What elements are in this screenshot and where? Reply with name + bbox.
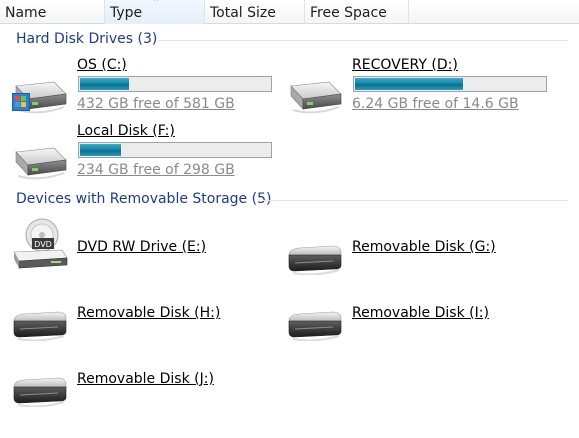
hard-drive-icon — [10, 142, 68, 182]
capacity-bar-fill — [355, 78, 463, 90]
removable-disk-icon — [10, 373, 68, 407]
column-label: Free Space — [310, 5, 387, 21]
group-header-removable-storage[interactable]: Devices with Removable Storage (5) — [16, 191, 271, 207]
drive-name: OS (C:) — [77, 57, 127, 73]
dvd-drive-icon: DVD — [13, 218, 68, 269]
free-space-text: 6.24 GB free of 14.6 GB — [352, 96, 519, 112]
device-item-h[interactable]: Removable Disk (H:) — [8, 284, 268, 340]
capacity-bar — [78, 76, 272, 92]
removable-disk-icon — [285, 307, 343, 341]
capacity-bar — [353, 76, 547, 92]
column-header-name[interactable]: Name — [0, 0, 105, 24]
drive-name: RECOVERY (D:) — [352, 57, 458, 73]
removable-disk-icon — [285, 241, 343, 275]
removable-disk-icon — [10, 307, 68, 341]
group-divider — [158, 40, 568, 41]
device-name: Removable Disk (G:) — [352, 239, 496, 255]
device-item-i[interactable]: Removable Disk (I:) — [283, 284, 543, 340]
group-divider — [263, 200, 568, 201]
svg-text:DVD: DVD — [34, 240, 52, 249]
device-name: Removable Disk (H:) — [77, 305, 221, 321]
drive-item-c[interactable]: OS (C:) 432 GB free of 581 GB — [8, 55, 278, 117]
capacity-bar — [78, 142, 272, 158]
free-space-text: 432 GB free of 581 GB — [77, 96, 235, 112]
drive-item-d[interactable]: RECOVERY (D:) 6.24 GB free of 14.6 GB — [283, 55, 563, 117]
free-space-text: 234 GB free of 298 GB — [77, 162, 235, 178]
group-header-hard-disk-drives[interactable]: Hard Disk Drives (3) — [16, 31, 157, 47]
column-header: Name ⌃ Type Total Size Free Space — [0, 0, 579, 24]
drive-item-f[interactable]: Local Disk (F:) 234 GB free of 298 GB — [8, 121, 278, 183]
drive-name: Local Disk (F:) — [77, 123, 175, 139]
group-title: Hard Disk Drives (3) — [16, 31, 158, 47]
device-item-g[interactable]: Removable Disk (G:) — [283, 218, 543, 274]
group-title: Devices with Removable Storage (5) — [16, 191, 272, 207]
column-label: Type — [110, 5, 143, 21]
device-item-j[interactable]: Removable Disk (J:) — [8, 350, 268, 406]
windows-logo-icon — [12, 93, 30, 111]
hard-drive-icon — [285, 76, 343, 116]
device-name: Removable Disk (I:) — [352, 305, 489, 321]
column-label: Total Size — [210, 5, 276, 21]
sort-ascending-icon: ⌃ — [152, 0, 160, 8]
device-name: DVD RW Drive (E:) — [77, 239, 207, 255]
column-header-free-space[interactable]: Free Space — [305, 0, 409, 24]
column-header-type[interactable]: ⌃ Type — [105, 0, 205, 24]
column-label: Name — [5, 5, 47, 21]
column-header-total-size[interactable]: Total Size — [205, 0, 305, 24]
capacity-bar-fill — [80, 78, 129, 90]
device-name: Removable Disk (J:) — [77, 371, 214, 387]
capacity-bar-fill — [80, 144, 121, 156]
device-item-e[interactable]: DVD DVD RW Drive (E:) — [8, 218, 268, 274]
